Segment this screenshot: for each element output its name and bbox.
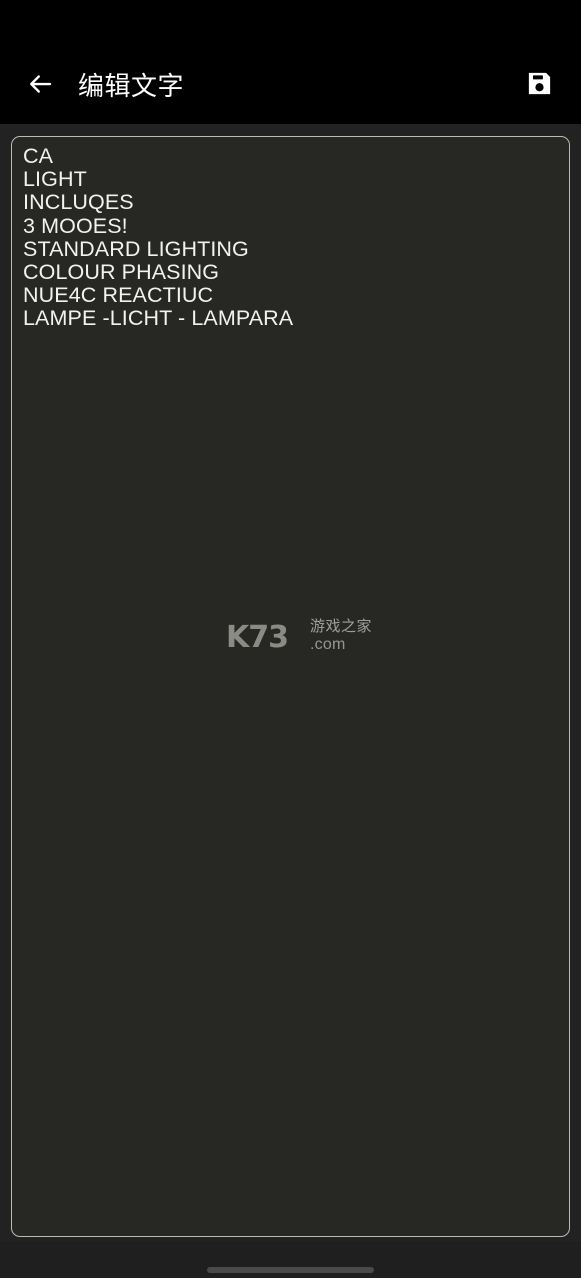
- page-title: 编辑文字: [78, 71, 185, 101]
- text-editor-content[interactable]: CA LIGHT INCLUQES 3 MOOES! STANDARD LIGH…: [23, 144, 559, 331]
- gesture-home-indicator[interactable]: [207, 1267, 374, 1273]
- floppy-disk-save-icon: [525, 69, 554, 103]
- phone-screen: 编辑文字 CA LIGHT INCLUQES 3 MOOES! STANDARD…: [0, 0, 581, 1278]
- back-button[interactable]: [12, 58, 68, 114]
- app-bar: 编辑文字: [0, 48, 581, 124]
- save-button[interactable]: [511, 58, 567, 114]
- text-editor-frame[interactable]: CA LIGHT INCLUQES 3 MOOES! STANDARD LIGH…: [11, 136, 570, 1237]
- arrow-left-icon: [25, 69, 55, 104]
- status-bar: [0, 0, 581, 48]
